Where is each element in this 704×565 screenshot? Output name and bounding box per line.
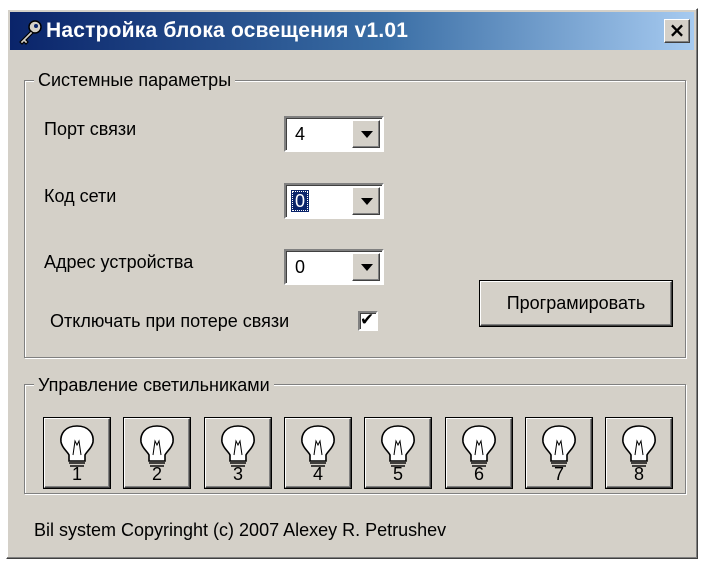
close-button[interactable]: × bbox=[664, 19, 690, 43]
lamp-number: 3 bbox=[232, 464, 243, 484]
light-bulb-icon bbox=[542, 425, 576, 467]
window-title: Настройка блока освещения v1.01 bbox=[46, 19, 409, 42]
light-bulb-icon bbox=[60, 425, 94, 467]
light-bulb-icon bbox=[622, 425, 656, 467]
net-code-value: 0 bbox=[291, 190, 310, 212]
net-code-label: Код сети bbox=[44, 186, 117, 206]
port-label: Порт связи bbox=[44, 119, 137, 139]
lights-control-title: Управление светильниками bbox=[34, 374, 274, 396]
port-value: 4 bbox=[295, 124, 306, 144]
lamp-number: 1 bbox=[71, 464, 82, 484]
disconnect-on-loss-checkbox[interactable]: ✔ bbox=[358, 310, 378, 331]
lamp-button-6[interactable]: 6 bbox=[446, 418, 512, 488]
lamp-button-4[interactable]: 4 bbox=[285, 418, 351, 488]
lamp-number: 6 bbox=[473, 464, 484, 484]
light-bulb-icon bbox=[381, 425, 415, 467]
chevron-down-icon[interactable] bbox=[352, 120, 380, 148]
disconnect-on-loss-label: Отключать при потере связи bbox=[50, 311, 290, 331]
light-bulb-icon bbox=[301, 425, 335, 467]
lamp-number: 5 bbox=[392, 464, 403, 484]
device-address-select[interactable]: 0 bbox=[284, 249, 384, 285]
lamp-button-1[interactable]: 1 bbox=[44, 418, 110, 488]
light-bulb-icon bbox=[462, 425, 496, 467]
chevron-down-icon[interactable] bbox=[352, 253, 380, 281]
title-bar[interactable]: Настройка блока освещения v1.01 × bbox=[10, 12, 694, 50]
port-select[interactable]: 4 bbox=[284, 116, 384, 152]
net-code-select[interactable]: 0 bbox=[284, 183, 384, 219]
lamp-number: 2 bbox=[151, 464, 162, 484]
lamp-number: 7 bbox=[553, 464, 564, 484]
system-params-title: Системные параметры bbox=[34, 69, 236, 91]
program-button[interactable]: Програмировать bbox=[480, 281, 672, 326]
lamp-button-7[interactable]: 7 bbox=[526, 418, 592, 488]
device-address-value: 0 bbox=[295, 257, 306, 277]
lamp-number: 4 bbox=[312, 464, 323, 484]
lamp-button-2[interactable]: 2 bbox=[124, 418, 190, 488]
key-icon bbox=[19, 20, 42, 45]
device-address-label: Адрес устройства bbox=[44, 252, 194, 272]
lamp-button-5[interactable]: 5 bbox=[365, 418, 431, 488]
light-bulb-icon bbox=[140, 425, 174, 467]
lamp-button-8[interactable]: 8 bbox=[606, 418, 672, 488]
lamp-button-3[interactable]: 3 bbox=[205, 418, 271, 488]
lamp-number: 8 bbox=[633, 464, 644, 484]
copyright-text: Bil system Copyringht (c) 2007 Alexey R.… bbox=[34, 520, 447, 540]
checkmark-icon: ✔ bbox=[360, 310, 375, 330]
chevron-down-icon[interactable] bbox=[352, 187, 380, 215]
light-bulb-icon bbox=[221, 425, 255, 467]
